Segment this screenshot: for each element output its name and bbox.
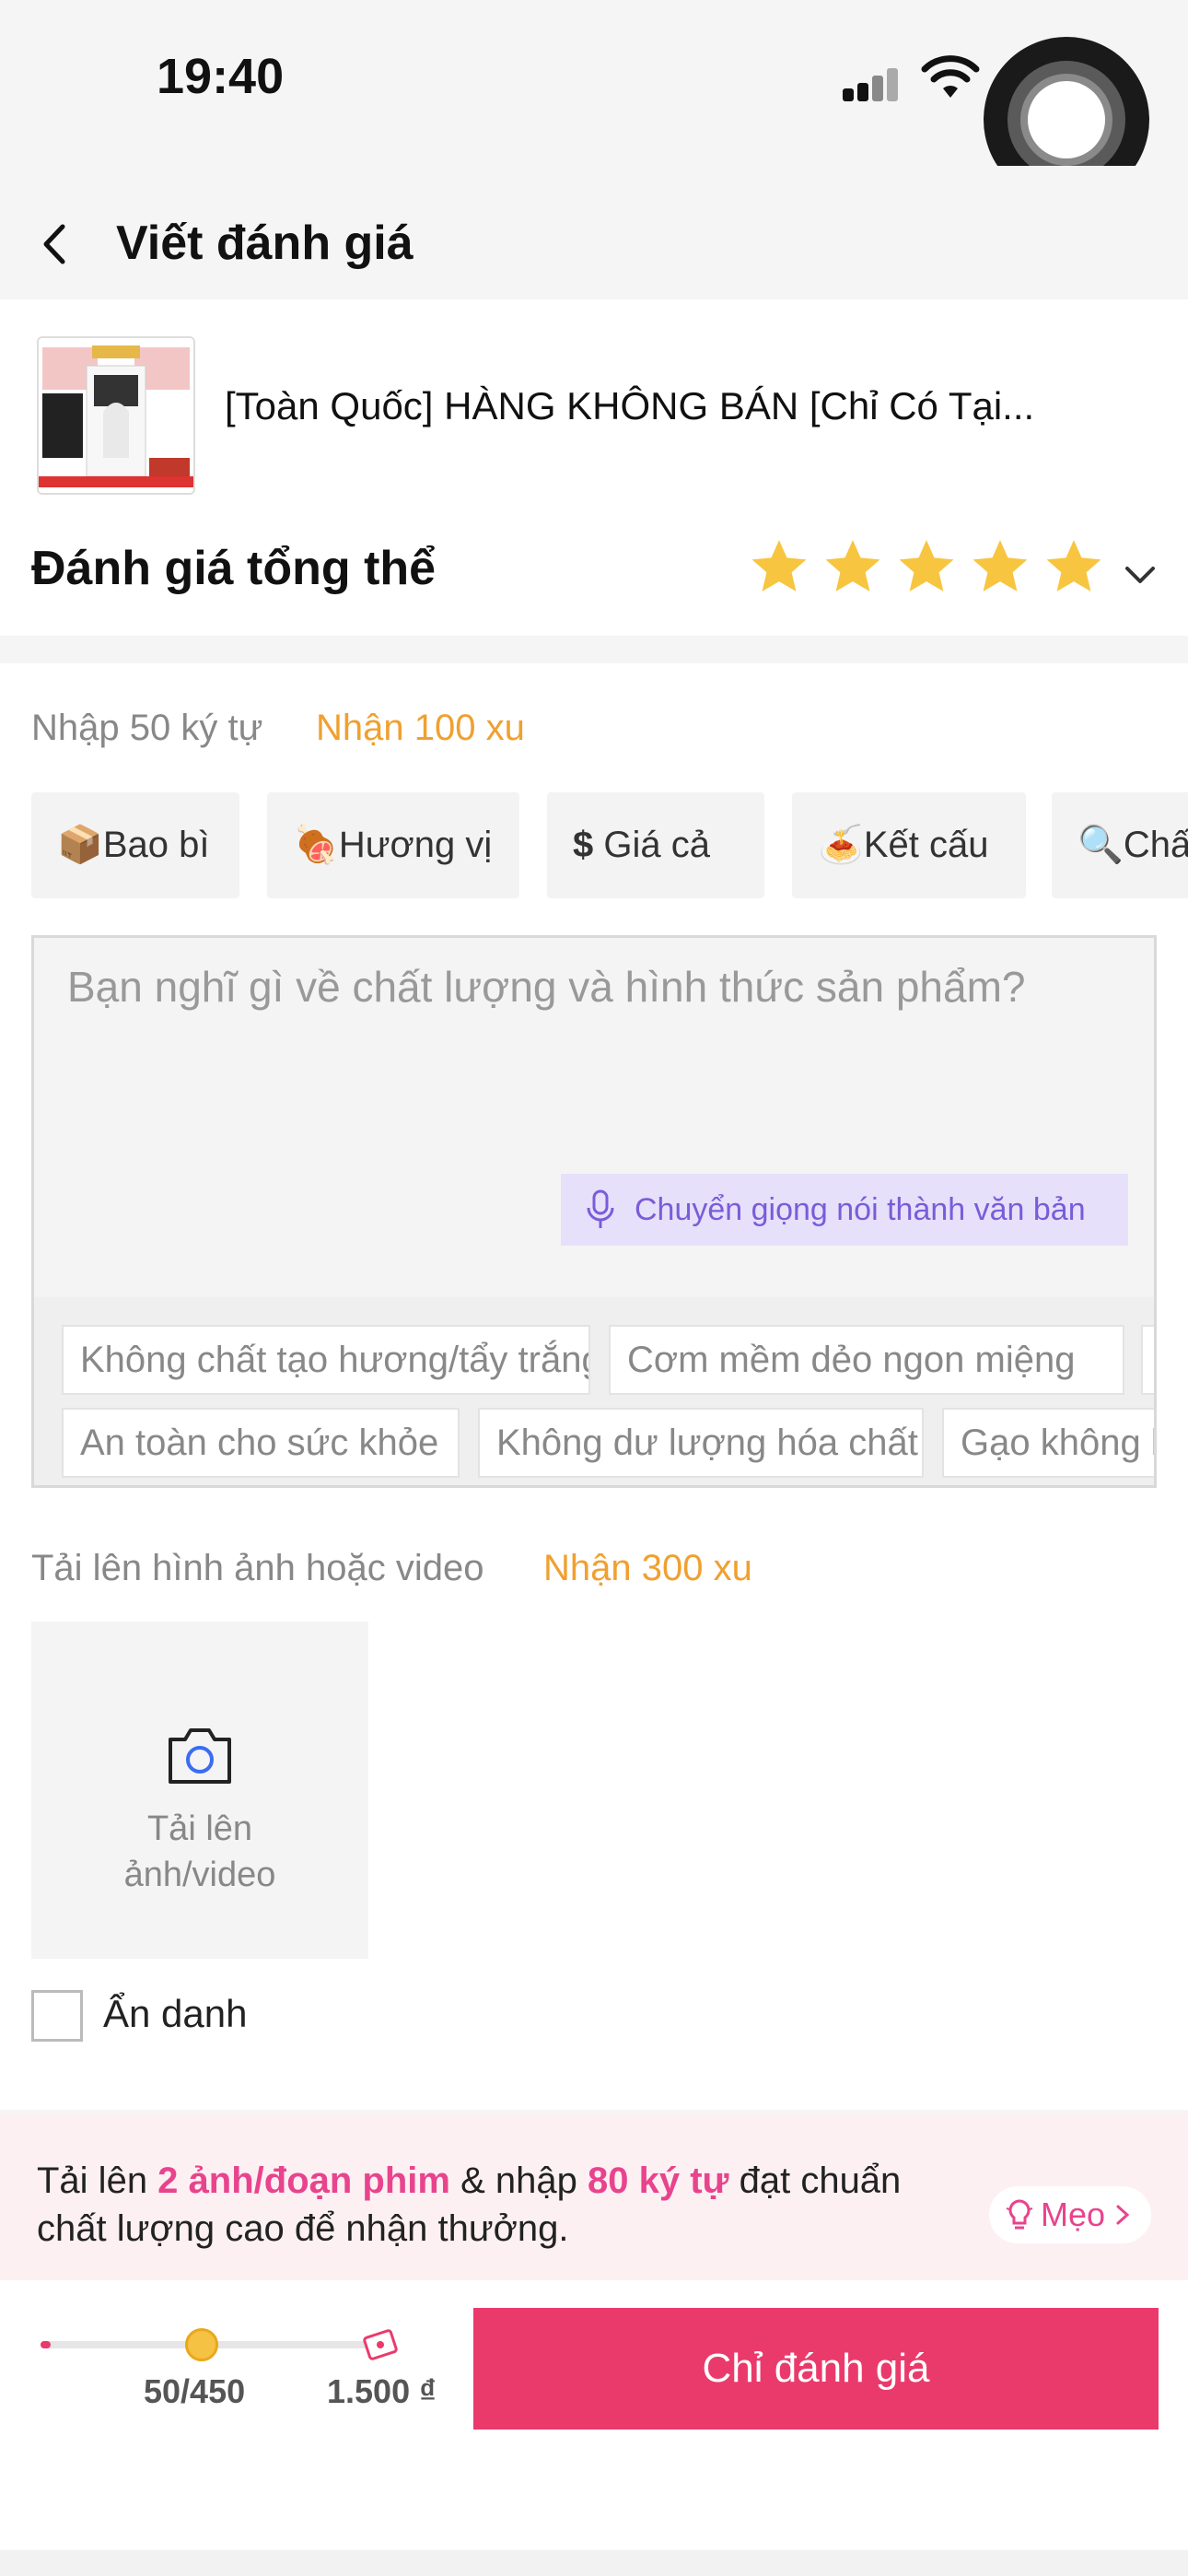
suggestion-tags: Không chất tạo hương/tẩy trắng Cơm mềm d…: [34, 1297, 1154, 1485]
top-nav: Viết đánh giá: [0, 166, 1188, 299]
product-card: [Toàn Quốc] HÀNG KHÔNG BÁN [Chỉ Có Tại..…: [0, 299, 1188, 636]
cellular-signal-icon: [843, 64, 907, 101]
microphone-icon: [587, 1189, 614, 1228]
product-name: [Toàn Quốc] HÀNG KHÔNG BÁN [Chỉ Có Tại..…: [225, 384, 1035, 427]
reward-banner-text: Tải lên 2 ảnh/đoạn phim & nhập 80 ký tự …: [37, 2160, 902, 2249]
star-rating[interactable]: [748, 535, 1105, 609]
star-icon[interactable]: [748, 535, 810, 598]
voice-to-text-button[interactable]: Chuyển giọng nói thành văn bản: [561, 1174, 1128, 1246]
suggestion-tag[interactable]: Không chất tạo hương/tẩy trắng: [62, 1325, 590, 1395]
reward-amount: 1.500 ₫: [327, 2372, 437, 2410]
product-thumbnail: [37, 336, 195, 495]
package-icon: 📦: [57, 825, 103, 865]
star-icon[interactable]: [1042, 535, 1105, 598]
suggestion-tag[interactable]: Không dư lượng hóa chất: [478, 1408, 924, 1478]
upload-coin-reward: Nhận 300 xu: [543, 1548, 752, 1588]
chip-quality[interactable]: 🔍Chất lượng: [1052, 792, 1188, 898]
upload-hint: Tải lên hình ảnh hoặc video: [31, 1548, 484, 1588]
star-icon[interactable]: [821, 535, 884, 598]
home-indicator: [0, 2550, 1188, 2576]
star-icon[interactable]: [969, 535, 1031, 598]
suggestion-tag-partial[interactable]: [1141, 1325, 1154, 1395]
submit-review-button[interactable]: Chỉ đánh giá: [473, 2308, 1159, 2430]
overall-rating-label: Đánh giá tổng thể: [31, 542, 437, 595]
char-coin-reward: Nhận 100 xu: [316, 708, 525, 748]
back-arrow-icon[interactable]: [37, 221, 74, 267]
reward-progress-fill: [41, 2341, 52, 2348]
chevron-right-icon: [1116, 2205, 1130, 2225]
status-bar: 19:40: [0, 0, 1188, 203]
chip-packaging[interactable]: 📦Bao bì: [31, 792, 239, 898]
suggestion-tag[interactable]: An toàn cho sức khỏe: [62, 1408, 460, 1478]
anonymous-checkbox[interactable]: [31, 1990, 83, 2042]
char-progress-count: 50/450: [144, 2372, 246, 2410]
lightbulb-icon: [1006, 2199, 1033, 2230]
bottom-action-bar: 50/450 1.500 ₫ Chỉ đánh giá: [0, 2280, 1188, 2576]
dollar-icon: $: [573, 825, 594, 865]
char-requirement: Nhập 50 ký tự: [31, 708, 263, 748]
upload-media-button[interactable]: Tải lên ảnh/video: [31, 1622, 368, 1959]
review-section: Nhập 50 ký tự Nhận 100 xu 📦Bao bì 🍖Hương…: [0, 663, 1188, 2110]
tips-button[interactable]: Mẹo: [989, 2186, 1151, 2243]
meat-icon: 🍖: [293, 825, 339, 865]
suggestion-tag[interactable]: Gạo không bị mốc: [942, 1408, 1154, 1478]
voucher-milestone-icon: [363, 2329, 398, 2360]
chevron-down-icon[interactable]: [1122, 557, 1159, 594]
aspect-chips: 📦Bao bì 🍖Hương vị $ Giá cả 🍝Kết cấu 🔍Chấ…: [31, 792, 1188, 898]
wifi-icon: [921, 55, 980, 98]
chip-flavor[interactable]: 🍖Hương vị: [267, 792, 519, 898]
camera-icon: [169, 1728, 231, 1784]
status-time: 19:40: [157, 49, 285, 104]
suggestion-tag[interactable]: Cơm mềm dẻo ngon miệng: [609, 1325, 1124, 1395]
chip-price[interactable]: $ Giá cả: [547, 792, 764, 898]
anonymous-label: Ẩn danh: [103, 1992, 248, 2035]
chip-texture[interactable]: 🍝Kết cấu: [792, 792, 1026, 898]
magnifier-icon: 🔍: [1077, 825, 1124, 865]
review-textarea[interactable]: Bạn nghĩ gì về chất lượng và hình thức s…: [31, 935, 1157, 1488]
coin-milestone-icon: [185, 2328, 218, 2361]
star-icon[interactable]: [895, 535, 958, 598]
reward-banner: Tải lên 2 ảnh/đoạn phim & nhập 80 ký tự …: [0, 2114, 1188, 2280]
review-placeholder: Bạn nghĩ gì về chất lượng và hình thức s…: [67, 963, 1026, 1011]
noodles-icon: 🍝: [818, 825, 864, 865]
page-title: Viết đánh giá: [116, 217, 413, 270]
